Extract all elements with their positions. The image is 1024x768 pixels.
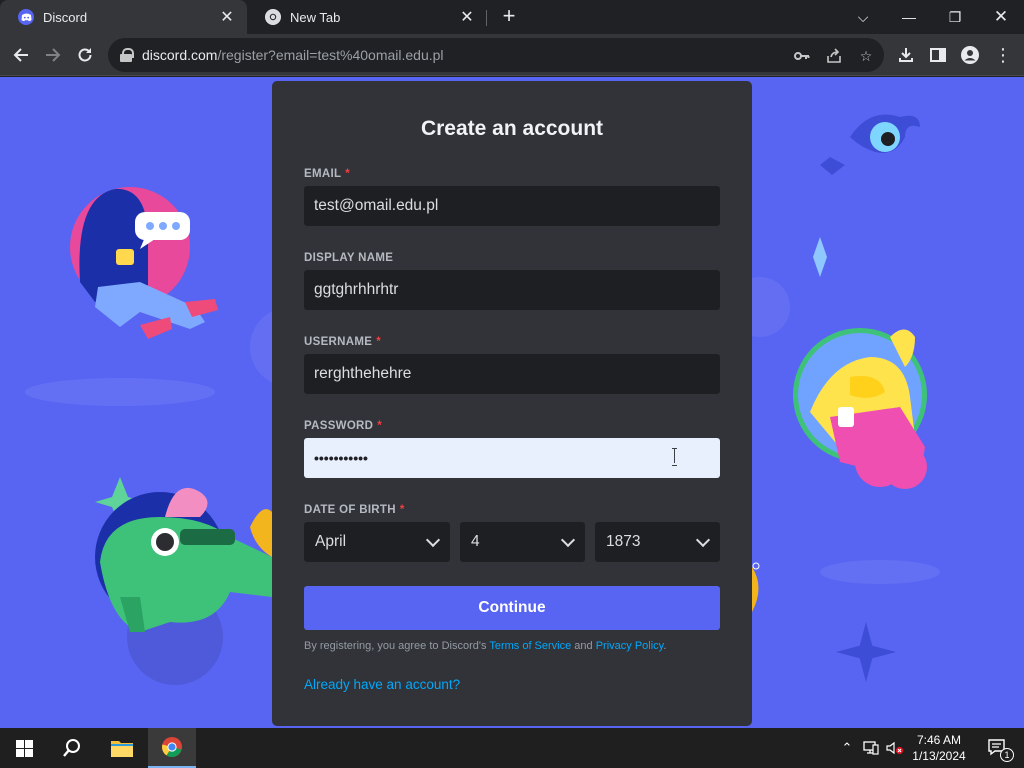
system-clock[interactable]: 7:46 AM 1/13/2024 bbox=[906, 732, 972, 764]
tab-divider bbox=[486, 10, 487, 26]
restore-button[interactable]: ❐ bbox=[932, 0, 978, 34]
download-icon[interactable] bbox=[895, 44, 917, 66]
close-window-button[interactable]: ✕ bbox=[978, 0, 1024, 34]
username-field[interactable]: rerghthehehre bbox=[304, 354, 720, 394]
chevron-down-icon bbox=[425, 532, 441, 547]
network-icon[interactable] bbox=[860, 728, 882, 768]
start-button[interactable] bbox=[0, 728, 48, 768]
email-field[interactable]: test@omail.edu.pl bbox=[304, 186, 720, 226]
month-value: April bbox=[315, 533, 347, 550]
discord-icon bbox=[18, 9, 34, 25]
display-name-field[interactable]: ggtghrhhrhtr bbox=[304, 270, 720, 310]
page-title: Create an account bbox=[420, 117, 604, 140]
side-panel-icon[interactable] bbox=[927, 44, 949, 66]
tab-title: New Tab bbox=[290, 9, 341, 25]
chrome-icon bbox=[265, 9, 281, 25]
clock-date: 1/13/2024 bbox=[912, 749, 966, 763]
windows-logo-icon bbox=[15, 739, 33, 757]
tab-title: Discord bbox=[43, 9, 88, 25]
menu-kebab-icon[interactable]: ⋮ bbox=[992, 44, 1014, 66]
close-tab-icon[interactable]: ✕ bbox=[217, 7, 237, 27]
file-explorer-button[interactable] bbox=[98, 728, 146, 768]
clock-time: 7:46 AM bbox=[916, 733, 962, 747]
email-label: EMAIL * bbox=[304, 168, 351, 180]
password-label: PASSWORD * bbox=[304, 420, 383, 432]
privacy-policy-link[interactable]: Privacy Policy bbox=[596, 640, 664, 652]
chrome-icon bbox=[162, 737, 182, 757]
url-text: discord.com/register?email=test%40omail.… bbox=[142, 47, 444, 63]
folder-icon bbox=[111, 741, 133, 757]
password-value: ••••••••••• bbox=[314, 450, 368, 466]
text-cursor-icon bbox=[672, 448, 678, 466]
volume-muted-icon[interactable] bbox=[884, 728, 906, 768]
username-label: USERNAME * bbox=[304, 336, 381, 348]
notification-badge: 1 bbox=[1000, 748, 1014, 762]
browser-tab-strip: Discord ✕ New Tab ✕ + ⌵ — ❐ ✕ bbox=[0, 0, 1024, 34]
close-tab-icon[interactable]: ✕ bbox=[457, 7, 477, 27]
back-button[interactable] bbox=[6, 40, 36, 70]
legal-text: By registering, you agree to Discord's bbox=[304, 640, 490, 652]
required-marker: * bbox=[399, 504, 405, 516]
search-icon bbox=[63, 739, 80, 757]
page-viewport: Create an account EMAIL * test@omail.edu.… bbox=[0, 77, 1024, 728]
username-value: rerghthehehre bbox=[314, 365, 412, 382]
reload-button[interactable] bbox=[70, 40, 100, 70]
tab-search-chevron-icon[interactable]: ⌵ bbox=[840, 0, 886, 34]
password-field[interactable]: ••••••••••• bbox=[304, 438, 720, 478]
lock-icon[interactable] bbox=[120, 48, 134, 62]
required-marker: * bbox=[376, 336, 381, 348]
windows-taskbar: ⌃ 7:46 AM 1/13/2024 1 bbox=[0, 728, 1024, 768]
day-select[interactable]: 4 bbox=[460, 522, 585, 562]
key-icon[interactable] bbox=[792, 46, 812, 66]
browser-toolbar: discord.com/register?email=test%40omail.… bbox=[0, 34, 1024, 76]
email-value: test@omail.edu.pl bbox=[314, 197, 439, 214]
tab-discord[interactable]: Discord ✕ bbox=[0, 0, 247, 34]
legal-text: and bbox=[571, 640, 596, 652]
register-card: Create an account EMAIL * test@omail.edu.… bbox=[272, 81, 752, 726]
address-bar[interactable]: discord.com/register?email=test%40omail.… bbox=[108, 38, 884, 72]
display-name-value: ggtghrhhrhtr bbox=[314, 281, 399, 298]
chrome-taskbar-button[interactable] bbox=[148, 728, 196, 768]
chevron-down-icon bbox=[560, 532, 576, 547]
profile-avatar-icon[interactable] bbox=[959, 44, 981, 66]
show-hidden-icons-chevron-icon[interactable]: ⌃ bbox=[836, 728, 858, 768]
notification-center-button[interactable]: 1 bbox=[978, 728, 1018, 768]
share-icon[interactable] bbox=[824, 46, 844, 66]
date-of-birth-label: DATE OF BIRTH * bbox=[304, 504, 405, 516]
display-name-label: DISPLAY NAME bbox=[304, 252, 394, 264]
year-value: 1873 bbox=[606, 533, 641, 550]
legal-text: . bbox=[663, 640, 667, 652]
month-select[interactable]: April bbox=[304, 522, 450, 562]
terms-of-service-link[interactable]: Terms of Service bbox=[489, 640, 571, 652]
day-value: 4 bbox=[471, 533, 480, 550]
chevron-down-icon bbox=[695, 532, 711, 547]
minimize-button[interactable]: — bbox=[886, 0, 932, 34]
search-button[interactable] bbox=[48, 728, 96, 768]
forward-button[interactable] bbox=[38, 40, 68, 70]
required-marker: * bbox=[377, 420, 383, 432]
bookmark-star-icon[interactable]: ☆ bbox=[856, 46, 876, 66]
continue-button[interactable]: Continue bbox=[304, 586, 720, 630]
login-link[interactable]: Already have an account? bbox=[304, 677, 460, 692]
legal-notice: By registering, you agree to Discord's T… bbox=[304, 640, 720, 652]
tab-new-tab[interactable]: New Tab ✕ bbox=[247, 0, 487, 34]
year-select[interactable]: 1873 bbox=[595, 522, 720, 562]
required-marker: * bbox=[345, 168, 351, 180]
new-tab-button[interactable]: + bbox=[497, 5, 521, 29]
